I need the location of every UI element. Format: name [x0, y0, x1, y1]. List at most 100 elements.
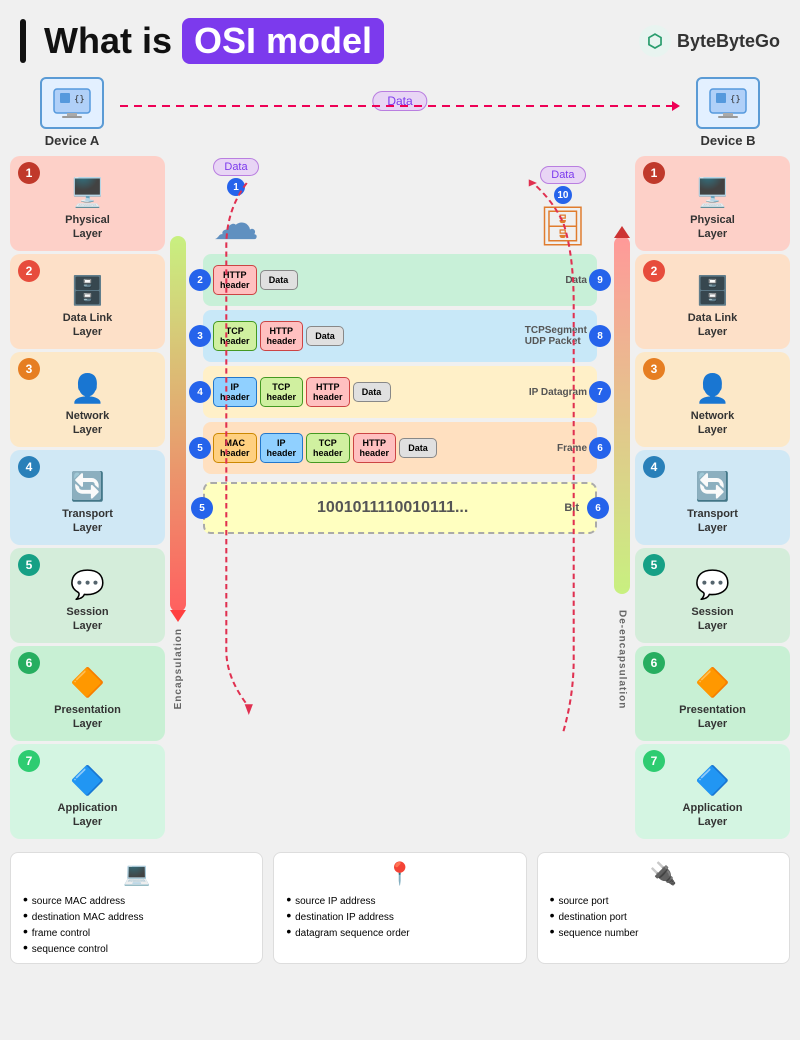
footer-legend: 💻source MAC addressdestination MAC addre…	[0, 844, 800, 974]
layer-number-2: 2	[643, 260, 665, 282]
layer-icon-7: 🔷	[70, 764, 105, 797]
layer-name-1: PhysicalLayer	[65, 213, 110, 242]
legend-item: source MAC address	[23, 891, 250, 907]
layer-icon-6: 🔶	[70, 666, 105, 699]
step-right-6: 6	[589, 437, 611, 459]
layer-box-2: 2 🗄️ Data LinkLayer	[635, 254, 790, 349]
layer-name-7: ApplicationLayer	[58, 801, 118, 830]
layer-number-4: 4	[18, 456, 40, 478]
svg-text:{}: {}	[730, 95, 741, 105]
header-box-data: Data	[260, 270, 298, 290]
layer-name-7: ApplicationLayer	[683, 801, 743, 830]
arrow-head	[672, 101, 680, 111]
layer-number-1: 1	[643, 162, 665, 184]
legend-item: frame control	[23, 923, 250, 939]
legend-box-2: 🔌source portdestination portsequence num…	[537, 852, 790, 964]
layer-name-4: TransportLayer	[62, 507, 113, 536]
layer-number-3: 3	[18, 358, 40, 380]
step-left-3: 3	[189, 325, 211, 347]
header-box-ip-header: IP header	[213, 377, 257, 407]
step-left-5: 5	[189, 437, 211, 459]
left-icon-group: Data 1 ☁	[213, 158, 259, 246]
header: What is OSI model ⬡ ByteByteGo	[0, 0, 800, 72]
data-transfer-label: Data	[372, 91, 427, 111]
layer-number-7: 7	[18, 750, 40, 772]
layer-box-1: 1 🖥️ PhysicalLayer	[10, 156, 165, 251]
layer-icon-1: 🖥️	[70, 176, 105, 209]
legend-item: sequence number	[550, 923, 777, 939]
layer-box-7: 7🔷ApplicationLayer	[635, 744, 790, 839]
header-box-data: Data	[306, 326, 344, 346]
layer-name-1: PhysicalLayer	[690, 213, 735, 242]
legend-item: sequence control	[23, 939, 250, 955]
step-right-9: 9	[589, 269, 611, 291]
layer-icon-2: 🗄️	[695, 274, 730, 307]
layer-number-6: 6	[643, 652, 665, 674]
title-accent: OSI model	[182, 18, 384, 64]
data-row-3: 5MAC headerIP headerTCP headerHTTP heade…	[203, 422, 597, 474]
layer-box-5: 5💬SessionLayer	[635, 548, 790, 643]
legend-box-1: 📍 source IP addressdestination IP address…	[273, 852, 526, 964]
layer-number-6: 6	[18, 652, 40, 674]
layer-name-6: PresentationLayer	[54, 703, 121, 732]
layer-number-4: 4	[643, 456, 665, 478]
layer-icon-5: 💬	[70, 568, 105, 601]
layer-icon-7: 🔷	[695, 764, 730, 797]
legend-box-0: 💻source MAC addressdestination MAC addre…	[10, 852, 263, 964]
cloud-icon-left: ☁	[213, 200, 259, 246]
layer-name-2: Data LinkLayer	[63, 311, 113, 340]
layer-icon-3: 👤	[695, 372, 730, 405]
layer-name-2: Data LinkLayer	[688, 311, 738, 340]
header-box-data: Data	[399, 438, 437, 458]
title-prefix: What is	[44, 20, 172, 62]
layer-name-3: NetworkLayer	[66, 409, 109, 438]
header-box-http-header: HTTP header	[353, 433, 397, 463]
left-layer-column: 1 🖥️ PhysicalLayer 2 🗄️ Data LinkLayer 3 👤 Netwo…	[10, 156, 165, 839]
layer-box-4: 4 🔄 TransportLayer	[635, 450, 790, 545]
layer-box-2: 2 🗄️ Data LinkLayer	[10, 254, 165, 349]
header-box-http-header: HTTP header	[306, 377, 350, 407]
step-left-2: 2	[189, 269, 211, 291]
layer-box-5: 5💬SessionLayer	[10, 548, 165, 643]
layer-number-1: 1	[18, 162, 40, 184]
row-label-3: Frame	[557, 443, 587, 454]
data-row-1: 3TCP headerHTTP headerDataTCPSegment UDP…	[203, 310, 597, 362]
layer-icon-3: 👤	[70, 372, 105, 405]
layer-icon-5: 💬	[695, 568, 730, 601]
row-label-2: IP Datagram	[529, 387, 587, 398]
data-rows: 2HTTP headerDataData93TCP headerHTTP hea…	[173, 250, 627, 474]
header-box-mac-header: MAC header	[213, 433, 257, 463]
legend-item: datagram sequence order	[286, 923, 513, 939]
encap-arrow: Encapsulation	[167, 236, 189, 709]
bit-content: 1001011110010111...	[221, 499, 564, 517]
brand: ⬡ ByteByteGo	[639, 25, 780, 57]
layer-icon-4: 🔄	[695, 470, 730, 503]
layer-number-3: 3	[643, 358, 665, 380]
layer-icon-2: 🗄️	[70, 274, 105, 307]
device-a-icon: {}	[40, 77, 104, 129]
device-a-label: Device A	[45, 133, 99, 148]
header-box-tcp-header: TCP header	[260, 377, 304, 407]
data-row-2: 4IP headerTCP headerHTTP headerDataIP Da…	[203, 366, 597, 418]
legend-item: source IP address	[286, 891, 513, 907]
page-container: What is OSI model ⬡ ByteByteGo {} Device…	[0, 0, 800, 974]
layer-number-2: 2	[18, 260, 40, 282]
legend-item: destination IP address	[286, 907, 513, 923]
legend-icon-1: 📍	[286, 861, 513, 887]
layer-box-1: 1 🖥️ PhysicalLayer	[635, 156, 790, 251]
step-10: 10	[554, 186, 572, 204]
layer-icon-1: 🖥️	[695, 176, 730, 209]
device-b: {} Device B	[696, 77, 760, 148]
device-b-label: Device B	[701, 133, 756, 148]
layer-box-3: 3 👤 NetworkLayer	[10, 352, 165, 447]
right-icon-group: Data 10 🗄	[539, 166, 587, 246]
device-arrow	[120, 105, 680, 107]
layer-box-4: 4🔄TransportLayer	[10, 450, 165, 545]
layer-box-6: 6🔶PresentationLayer	[635, 646, 790, 741]
layer-name-4: TransportLayer	[687, 507, 738, 536]
layer-name-3: NetworkLayer	[691, 409, 734, 438]
layer-box-6: 6 🔶 PresentationLayer	[10, 646, 165, 741]
deencap-arrow: De-encapsulation	[611, 236, 633, 709]
step-1: 1	[227, 178, 245, 196]
header-box-http-header: HTTP header	[260, 321, 304, 351]
